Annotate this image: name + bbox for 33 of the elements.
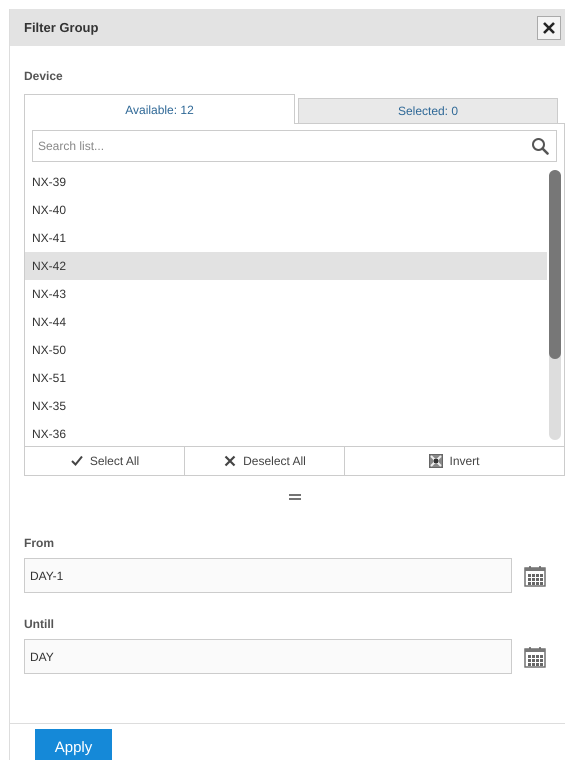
close-icon <box>223 454 238 468</box>
date-field[interactable]: DAY <box>24 639 512 674</box>
scrollbar-thumb[interactable] <box>549 170 561 359</box>
calendar-button[interactable] <box>524 564 546 586</box>
close-button[interactable] <box>537 16 561 40</box>
search-field[interactable]: Search list... <box>32 130 557 162</box>
search-icon <box>531 137 549 155</box>
apply-button[interactable]: Apply <box>35 729 112 760</box>
field-label: Untill <box>24 617 55 631</box>
list-item[interactable]: NX-35 <box>25 392 547 420</box>
section-label: Device <box>24 69 64 83</box>
tab[interactable]: Selected: 0 <box>298 98 558 123</box>
list-item[interactable]: NX-51 <box>25 364 547 392</box>
close-icon <box>541 20 557 36</box>
date-field[interactable]: DAY-1 <box>24 558 512 593</box>
check-icon <box>70 454 84 468</box>
list-item[interactable]: NX-41 <box>25 224 547 252</box>
list-item[interactable]: NX-42 <box>25 252 547 280</box>
field-label: From <box>24 536 55 550</box>
list-item[interactable]: NX-36 <box>25 420 547 448</box>
list-item[interactable]: NX-40 <box>25 196 547 224</box>
drag-handle-icon <box>288 494 300 500</box>
tab[interactable]: Available: 12 <box>24 94 295 124</box>
list-item[interactable]: NX-39 <box>25 168 547 196</box>
list-item[interactable]: NX-50 <box>25 336 547 364</box>
calendar-button[interactable] <box>524 646 546 668</box>
scrollbar-track[interactable] <box>549 170 561 440</box>
list-item[interactable]: NX-44 <box>25 308 547 336</box>
calendar-icon <box>524 564 546 586</box>
list-item[interactable]: NX-43 <box>25 280 547 308</box>
dialog-title: Filter Group <box>24 20 98 35</box>
invert-icon <box>429 454 444 468</box>
calendar-icon <box>524 646 546 668</box>
